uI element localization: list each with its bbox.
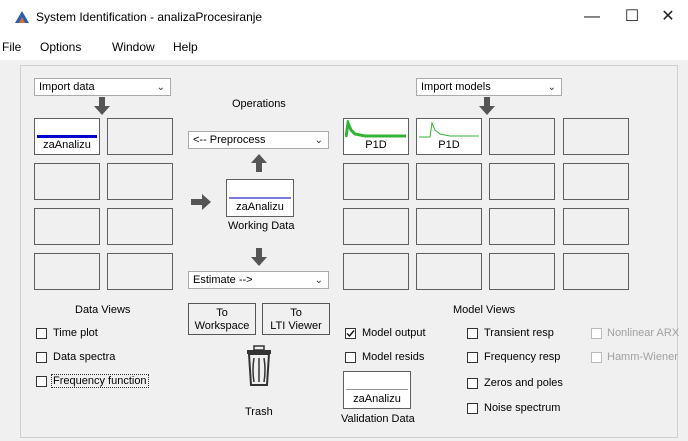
import-models-value: Import models xyxy=(421,81,491,93)
import-data-dropdown[interactable]: Import data ⌄ xyxy=(34,78,171,96)
model-output-checkbox[interactable] xyxy=(345,328,356,339)
hamm-wiener-checkbox xyxy=(591,352,602,363)
to-workspace-line1: To xyxy=(216,307,228,319)
estimate-dropdown[interactable]: Estimate --> ⌄ xyxy=(188,271,329,289)
model-slot-13[interactable] xyxy=(343,253,409,290)
data-slot-8[interactable] xyxy=(107,253,173,290)
maximize-button[interactable]: ☐ xyxy=(612,4,652,30)
data-slot-4[interactable] xyxy=(107,163,173,200)
validation-data-slot[interactable]: zaAnalizu xyxy=(343,371,411,409)
to-lti-line2: LTI Viewer xyxy=(270,320,322,332)
model-1-response-plot xyxy=(345,120,406,138)
time-plot-checkbox[interactable] xyxy=(36,328,47,339)
operations-label: Operations xyxy=(232,98,286,110)
zeros-poles-checkbox[interactable] xyxy=(467,378,478,389)
model-2-response-plot xyxy=(419,121,479,138)
working-data-name: zaAnalizu xyxy=(236,201,284,213)
chevron-down-icon: ⌄ xyxy=(156,82,165,93)
model-slot-3[interactable] xyxy=(489,118,555,155)
data-slot-1[interactable]: zaAnalizu xyxy=(34,118,100,155)
to-workspace-line2: Workspace xyxy=(194,320,250,332)
chevron-down-icon: ⌄ xyxy=(547,82,556,93)
import-models-dropdown[interactable]: Import models ⌄ xyxy=(416,78,562,96)
minimize-button[interactable]: — xyxy=(572,4,612,30)
model-slot-2[interactable]: P1D xyxy=(416,118,482,155)
matlab-app-icon xyxy=(15,11,29,23)
menu-help[interactable]: Help xyxy=(173,40,198,54)
trash-icon[interactable] xyxy=(243,345,275,387)
model-2-label: P1D xyxy=(438,139,460,151)
frequency-resp-label: Frequency resp xyxy=(484,351,561,363)
estimate-value: Estimate --> xyxy=(193,274,253,286)
model-slot-11[interactable] xyxy=(489,208,555,245)
arrow-down-icon xyxy=(94,97,110,115)
zeros-poles-label: Zeros and poles xyxy=(484,377,563,389)
transient-resp-label: Transient resp xyxy=(484,327,554,339)
menu-options[interactable]: Options xyxy=(40,40,81,54)
model-slot-7[interactable] xyxy=(489,163,555,200)
validation-data-name: zaAnalizu xyxy=(353,393,401,405)
to-lti-viewer-button[interactable]: To LTI Viewer xyxy=(262,303,330,335)
arrow-up-icon xyxy=(251,154,267,172)
to-workspace-button[interactable]: To Workspace xyxy=(188,303,256,335)
data-slot-7[interactable] xyxy=(34,253,100,290)
model-slot-15[interactable] xyxy=(489,253,555,290)
chevron-down-icon: ⌄ xyxy=(314,275,323,286)
data-slot-2[interactable] xyxy=(107,118,173,155)
working-data-line xyxy=(229,197,291,199)
close-button[interactable]: ✕ xyxy=(648,4,688,30)
frequency-function-label: Frequency function xyxy=(51,374,149,388)
arrow-down-icon xyxy=(251,248,267,266)
data-slot-6[interactable] xyxy=(107,208,173,245)
frequency-function-checkbox[interactable] xyxy=(36,376,47,387)
data-slot-label: zaAnalizu xyxy=(43,139,91,151)
time-plot-label: Time plot xyxy=(53,327,98,339)
data-slot-5[interactable] xyxy=(34,208,100,245)
model-slot-9[interactable] xyxy=(343,208,409,245)
transient-resp-checkbox[interactable] xyxy=(467,328,478,339)
data-spectra-checkbox[interactable] xyxy=(36,352,47,363)
noise-spectrum-label: Noise spectrum xyxy=(484,402,561,414)
model-slot-8[interactable] xyxy=(563,163,629,200)
arrow-right-icon xyxy=(191,194,211,210)
model-views-title: Model Views xyxy=(453,304,516,316)
preprocess-value: <-- Preprocess xyxy=(193,134,266,146)
data-views-title: Data Views xyxy=(75,304,131,316)
window-title: System Identification - analizaProcesira… xyxy=(36,10,263,24)
nonlinear-arx-label: Nonlinear ARX xyxy=(607,327,680,339)
trash-label: Trash xyxy=(245,406,273,418)
model-1-label: P1D xyxy=(365,139,387,151)
model-slot-5[interactable] xyxy=(343,163,409,200)
arrow-down-icon xyxy=(479,97,495,115)
model-resids-checkbox[interactable] xyxy=(345,352,356,363)
validation-data-caption: Validation Data xyxy=(341,413,415,425)
preprocess-dropdown[interactable]: <-- Preprocess ⌄ xyxy=(188,131,329,149)
model-slot-1[interactable]: P1D xyxy=(343,118,409,155)
model-slot-12[interactable] xyxy=(563,208,629,245)
to-lti-line1: To xyxy=(290,307,302,319)
menu-file[interactable]: File xyxy=(2,40,21,54)
menu-bar xyxy=(0,34,688,60)
validation-data-line xyxy=(346,389,408,390)
working-data-slot[interactable]: zaAnalizu xyxy=(226,179,294,217)
checkmark-icon xyxy=(346,330,355,338)
working-data-caption: Working Data xyxy=(228,220,295,232)
model-resids-label: Model resids xyxy=(362,351,425,363)
model-slot-16[interactable] xyxy=(563,253,629,290)
data-slot-3[interactable] xyxy=(34,163,100,200)
model-output-label: Model output xyxy=(362,327,426,339)
model-slot-6[interactable] xyxy=(416,163,482,200)
data-spectra-label: Data spectra xyxy=(53,351,116,363)
model-slot-10[interactable] xyxy=(416,208,482,245)
menu-window[interactable]: Window xyxy=(112,40,155,54)
hamm-wiener-label: Hamm-Wiener xyxy=(607,351,678,363)
chevron-down-icon: ⌄ xyxy=(314,135,323,146)
data-color-bar xyxy=(37,135,97,138)
model-slot-4[interactable] xyxy=(563,118,629,155)
noise-spectrum-checkbox[interactable] xyxy=(467,403,478,414)
nonlinear-arx-checkbox xyxy=(591,328,602,339)
import-data-value: Import data xyxy=(39,81,95,93)
model-slot-14[interactable] xyxy=(416,253,482,290)
frequency-resp-checkbox[interactable] xyxy=(467,352,478,363)
